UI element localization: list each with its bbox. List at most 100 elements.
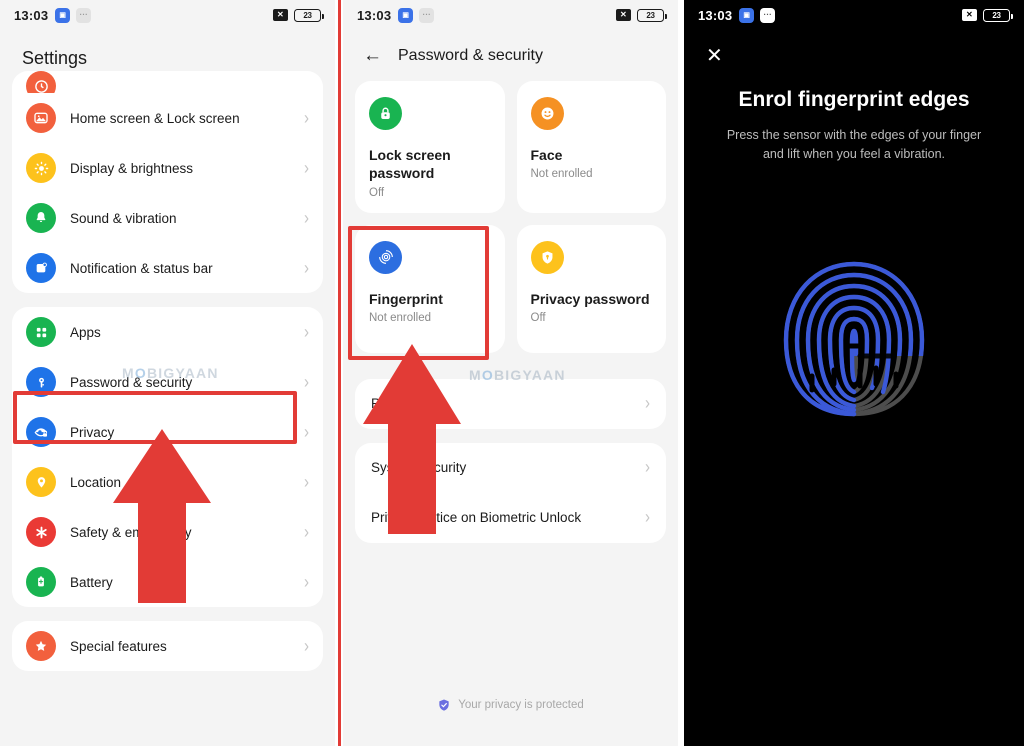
chevron-right-icon: › [304,157,309,179]
sidebar-item-label: Privacy [70,424,115,440]
clock-icon [26,71,56,93]
settings-group-3: Special features › [12,621,323,671]
star-icon [26,631,56,661]
chevron-right-icon: › [304,635,309,657]
card-title: Face [530,147,563,163]
sidebar-item-label: Apps [70,324,101,340]
card-title: Fingerprint [369,290,443,307]
sidebar-item-battery[interactable]: Battery › [12,557,323,607]
security-cards-row-2: Fingerprint Not enrolled Privacy passwor… [343,224,678,353]
chevron-right-icon: › [304,321,309,343]
status-bar-right: ✕ 23 [616,8,667,22]
close-icon[interactable]: ✕ [684,30,1024,66]
card-title: Privacy password [530,290,650,307]
status-bar-left: 13:03 ▣ ··· [357,7,435,23]
clock: 13:03 [14,7,49,23]
sidebar-item-safety-emergency[interactable]: Safety & emergency › [12,507,323,557]
chevron-right-icon: › [304,207,309,229]
x-square-icon: ✕ [273,9,288,21]
battery-icon: 23 [294,8,324,22]
page-title: Enrol fingerprint edges [738,88,970,111]
fingerprint-graphic [684,228,1024,440]
chevron-right-icon: › [304,471,309,493]
chevron-right-icon: › [304,421,309,443]
photo-icon [26,103,56,133]
settings-group-1: Home screen & Lock screen › Display & br… [12,71,323,293]
sidebar-item-home-lock-screen[interactable]: Home screen & Lock screen › [12,93,323,143]
sidebar-item-label: Special features [70,638,167,654]
battery-icon: 23 [983,8,1013,22]
chevron-right-icon: › [304,371,309,393]
sidebar-item-display-brightness[interactable]: Display & brightness › [12,143,323,193]
clock: 13:03 [357,7,392,23]
sidebar-item-label: Display & brightness [70,160,194,176]
list-group-passwords: Passwords › [355,378,666,429]
sidebar-item-label: Safety & emergency [70,524,192,540]
chevron-right-icon: › [645,507,650,529]
security-cards-row-1: Lock screen password Off Face Not enroll… [343,81,678,213]
card-subtitle: Off [369,186,385,199]
lock-icon [369,97,402,130]
sidebar-item-label: Notification & status bar [70,260,213,276]
fingerprint-icon [369,240,402,274]
card-subtitle: Not enrolled [530,168,593,181]
muted-badge-icon: ··· [76,7,92,23]
list-item-system-security[interactable]: System security › [355,443,666,493]
battery-level: 23 [303,10,312,20]
app-badge-icon: ▣ [55,7,71,23]
sidebar-item-location[interactable]: Location › [12,457,323,507]
back-arrow-icon[interactable]: ← [363,46,382,65]
card-fingerprint[interactable]: Fingerprint Not enrolled [355,224,505,353]
sidebar-item-password-security[interactable]: Password & security › [12,357,323,407]
key-icon [26,367,56,397]
clock: 13:03 [698,7,733,23]
privacy-footer: Your privacy is protected [343,698,678,712]
chevron-right-icon: › [304,107,309,129]
list-item-label: Privacy Notice on Biometric Unlock [371,510,582,526]
status-bar-panel2: 13:03 ▣ ··· ✕ 23 [343,0,678,30]
notification-icon [26,253,56,283]
settings-group-2: Apps › Password & security › Privacy › L… [12,307,323,607]
chevron-right-icon: › [645,393,650,415]
card-privacy-password[interactable]: Privacy password Off [516,224,666,353]
x-square-icon: ✕ [962,9,977,21]
page-subtitle: Press the sensor with the edges of your … [726,128,982,161]
chevron-right-icon: › [304,257,309,279]
list-group-system: System security › Privacy Notice on Biom… [355,442,666,543]
card-face[interactable]: Face Not enrolled [516,81,666,213]
muted-badge-icon: ··· [760,7,776,23]
sidebar-item-apps[interactable]: Apps › [12,307,323,357]
sidebar-item-label: Battery [70,574,113,590]
page-title: Password & security [398,46,543,64]
status-bar-left: 13:03 ▣ ··· [698,7,776,23]
list-item-partial[interactable] [12,71,323,93]
sidebar-item-sound-vibration[interactable]: Sound & vibration › [12,193,323,243]
chevron-right-icon: › [304,571,309,593]
sidebar-item-label: Home screen & Lock screen [70,110,240,126]
panel-divider-1 [335,0,343,746]
sidebar-item-label: Password & security [70,374,193,390]
card-lock-screen-password[interactable]: Lock screen password Off [355,81,505,213]
list-item-passwords[interactable]: Passwords › [355,379,666,429]
face-icon [530,97,564,130]
panel-enrol-fingerprint: 13:03 ▣ ··· ✕ 23 ✕ Enrol fingerprint edg… [684,0,1024,746]
list-item-privacy-notice[interactable]: Privacy Notice on Biometric Unlock › [355,493,666,543]
status-bar-panel3: 13:03 ▣ ··· ✕ 23 [684,0,1024,30]
panel-settings: 13:03 ▣ ··· ✕ 23 Settings Home screen & … [0,0,335,746]
location-icon [26,467,56,497]
sidebar-item-notification-status-bar[interactable]: Notification & status bar › [12,243,323,293]
app-badge-icon: ▣ [398,7,414,23]
sidebar-item-privacy[interactable]: Privacy › [12,407,323,457]
status-bar-panel1: 13:03 ▣ ··· ✕ 23 [0,0,335,30]
list-item-label: Passwords [371,396,438,412]
status-bar-right: ✕ 23 [273,8,324,22]
sidebar-item-label: Sound & vibration [70,210,177,226]
chevron-right-icon: › [645,457,650,479]
bell-icon [26,203,56,233]
status-bar-right: ✕ 23 [962,8,1013,22]
battery-icon: 23 [637,8,667,22]
card-subtitle: Off [530,312,546,325]
sidebar-item-special-features[interactable]: Special features › [12,621,323,671]
settings-list[interactable]: Home screen & Lock screen › Display & br… [0,71,335,671]
sun-icon [26,153,56,183]
